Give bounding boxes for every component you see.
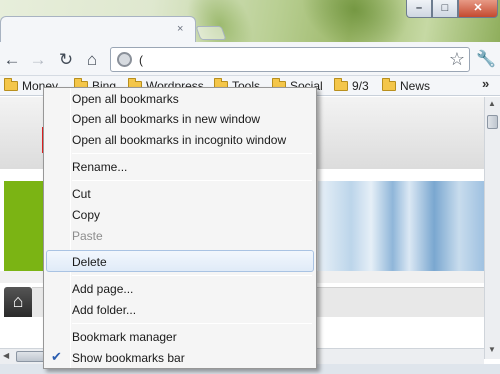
menu-item-show-bookmarks-bar[interactable]: Show bookmarks bar [72, 348, 312, 368]
maximize-icon: □ [441, 2, 449, 14]
home-icon: ⌂ [12, 291, 24, 311]
menu-separator [72, 275, 312, 276]
menu-item-open-all-incognito[interactable]: Open all bookmarks in incognito window [72, 130, 312, 150]
vertical-scrollbar[interactable]: ▲ ▼ [484, 97, 500, 359]
scroll-down-arrow-icon[interactable]: ▼ [488, 345, 496, 354]
close-icon: ✕ [473, 2, 483, 14]
wrench-icon[interactable]: 🔧 [476, 50, 496, 70]
page-globe-icon [117, 52, 132, 67]
menu-item-open-all-new-window[interactable]: Open all bookmarks in new window [72, 109, 312, 129]
back-arrow-icon[interactable]: ← [2, 50, 22, 70]
menu-item-copy[interactable]: Copy [72, 205, 312, 225]
folder-icon [4, 78, 18, 91]
bookmark-star-icon[interactable]: ☆ [449, 49, 465, 69]
minimize-icon: – [415, 2, 423, 14]
browser-tab[interactable]: × [0, 16, 196, 42]
scroll-left-arrow-icon[interactable]: ◀ [3, 351, 9, 360]
reload-icon[interactable]: ↻ [56, 50, 76, 70]
menu-item-rename[interactable]: Rename... [72, 157, 312, 177]
bookmarks-overflow-chevron-icon[interactable]: » [482, 76, 489, 91]
bookmark-folder-label: 9/3 [352, 79, 369, 93]
bookmark-folder-label: News [400, 79, 431, 93]
menu-item-add-page[interactable]: Add page... [72, 279, 312, 299]
menu-item-open-all-bookmarks[interactable]: Open all bookmarks [72, 89, 312, 109]
tab-close-icon[interactable]: × [177, 23, 183, 35]
menu-item-paste: Paste [72, 229, 103, 243]
menu-separator [72, 180, 312, 181]
wallpaper-leaf [289, 0, 421, 42]
menu-icon-gutter [70, 88, 71, 368]
vertical-scroll-thumb[interactable] [487, 115, 498, 129]
menu-item-bookmark-manager[interactable]: Bookmark manager [72, 327, 312, 347]
horizontal-scroll-thumb[interactable] [16, 351, 46, 362]
page-green-banner [4, 181, 48, 271]
bookmark-context-menu: Open all bookmarks Open all bookmarks in… [43, 87, 317, 369]
page-blue-banner [318, 181, 484, 271]
scroll-up-arrow-icon[interactable]: ▲ [488, 99, 496, 108]
minimize-button[interactable]: – [406, 0, 432, 18]
url-text[interactable]: ( [139, 53, 143, 67]
toolbar: ← → ↻ ⌂ ( ☆ 🔧 [0, 42, 500, 76]
site-home-button[interactable]: ⌂ [4, 287, 32, 317]
title-bar: × – □ ✕ [0, 0, 500, 42]
home-icon[interactable]: ⌂ [82, 50, 102, 70]
forward-arrow-icon[interactable]: → [28, 50, 48, 70]
folder-icon [334, 78, 348, 91]
menu-item-delete[interactable]: Delete [72, 252, 312, 272]
menu-item-cut[interactable]: Cut [72, 184, 312, 204]
menu-item-add-folder[interactable]: Add folder... [72, 300, 312, 320]
menu-separator [72, 323, 312, 324]
close-window-button[interactable]: ✕ [458, 0, 498, 18]
bookmark-folder-news[interactable]: News [382, 78, 431, 93]
menu-separator [72, 153, 312, 154]
new-tab-button[interactable] [195, 26, 227, 40]
checkmark-icon: ✔ [51, 349, 62, 364]
address-bar[interactable]: ( ☆ [110, 47, 470, 72]
maximize-button[interactable]: □ [432, 0, 458, 18]
folder-icon [382, 78, 396, 91]
bookmark-folder-9-3[interactable]: 9/3 [334, 78, 369, 93]
